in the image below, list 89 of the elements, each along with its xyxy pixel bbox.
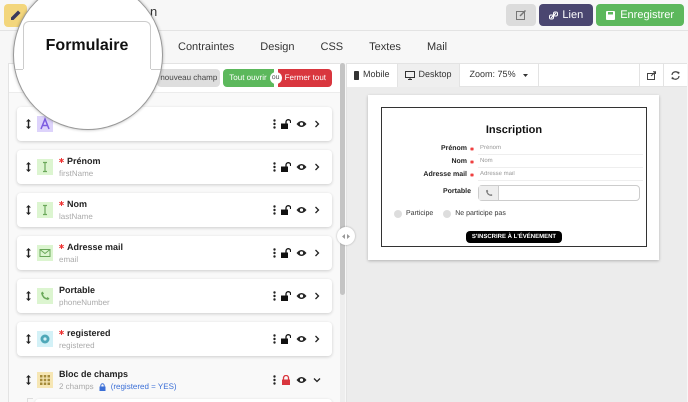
tab[interactable]: CSS	[318, 37, 346, 57]
more-icon[interactable]	[273, 205, 276, 215]
more-icon[interactable]	[273, 248, 276, 258]
edit-icon	[516, 10, 526, 20]
link-icon	[549, 10, 558, 20]
drag-handle-icon[interactable]	[26, 248, 31, 258]
pencil-icon	[10, 9, 22, 21]
field-name: phoneNumber	[59, 296, 110, 308]
drag-handle-icon[interactable]	[26, 162, 31, 172]
field-label: Adresse mail	[67, 240, 124, 252]
grid-icon	[37, 372, 53, 388]
field-name: firstName	[59, 168, 94, 180]
lock-icon	[98, 382, 106, 390]
eye-icon[interactable]	[296, 335, 307, 343]
eye-icon[interactable]	[296, 292, 307, 300]
phone-field[interactable]	[478, 184, 640, 200]
scrollbar-thumb[interactable]	[340, 63, 345, 295]
radio-icon	[37, 331, 53, 347]
eye-icon[interactable]	[296, 206, 307, 214]
unlocked-lock-icon[interactable]	[281, 162, 291, 172]
close-all-button[interactable]: Fermer tout	[278, 69, 332, 87]
chevron-right-icon[interactable]	[312, 334, 322, 344]
unlocked-lock-icon[interactable]	[281, 334, 291, 344]
tab[interactable]: Design	[258, 37, 297, 57]
arrows-icon	[342, 234, 350, 238]
new-field-button[interactable]: nouveau champ	[157, 69, 220, 87]
field-card[interactable]: registered registered	[17, 322, 332, 356]
field-card[interactable]: Adresse mail email	[17, 236, 332, 270]
view-mode-tab[interactable]: Mobile	[347, 64, 398, 86]
chevron-right-icon[interactable]	[312, 248, 322, 258]
field-label: Bloc de champs	[59, 368, 128, 380]
page-title: n	[150, 3, 158, 21]
field-card[interactable]: Portable phoneNumber	[17, 279, 332, 313]
eye-icon[interactable]	[296, 376, 307, 384]
refresh-icon	[671, 70, 680, 80]
text-cursor-icon	[37, 159, 53, 175]
field-name: registered	[59, 340, 96, 352]
text-cursor-icon	[37, 202, 53, 218]
more-icon[interactable]	[273, 334, 276, 344]
chevron-down-icon[interactable]	[312, 375, 322, 385]
field-count: 2 champs	[59, 380, 94, 392]
form-title: Inscription	[486, 123, 542, 138]
caret-down-icon	[522, 74, 528, 76]
letter-a-icon	[37, 116, 53, 132]
field-name: lastName	[59, 210, 93, 222]
field-label: registered	[67, 326, 111, 338]
more-icon[interactable]	[273, 162, 276, 172]
drag-handle-icon[interactable]	[26, 291, 31, 301]
tab[interactable]: Contraintes	[176, 37, 236, 57]
unlocked-lock-icon[interactable]	[281, 248, 291, 258]
field-label: Portable	[59, 284, 96, 296]
field-group-row[interactable]: Bloc de champs 2 champs (registered = YES)	[17, 365, 332, 395]
mobile-icon	[354, 70, 359, 80]
unlocked-lock-icon[interactable]	[281, 205, 291, 215]
chevron-right-icon[interactable]	[312, 162, 322, 172]
field-name: email	[59, 254, 80, 266]
chevron-right-icon[interactable]	[312, 205, 322, 215]
unlocked-lock-icon[interactable]	[281, 291, 291, 301]
condition-label: (registered = YES)	[110, 380, 177, 392]
drag-handle-icon[interactable]	[26, 375, 31, 385]
field-label: Prénom	[67, 154, 101, 166]
edit-button[interactable]	[4, 4, 27, 26]
lock-icon[interactable]	[281, 375, 291, 385]
share-icon	[647, 70, 656, 80]
monitor-icon	[404, 70, 415, 80]
tab[interactable]: Mail	[424, 37, 450, 57]
envelope-icon	[37, 245, 53, 261]
field-card[interactable]: Prénom firstName	[17, 150, 332, 184]
eye-icon[interactable]	[296, 163, 307, 171]
field-card[interactable]: Nom lastName	[17, 193, 332, 227]
drag-handle-icon[interactable]	[26, 119, 31, 129]
chevron-right-icon[interactable]	[312, 119, 322, 129]
field-label: Nom	[67, 198, 87, 210]
eye-icon[interactable]	[296, 249, 307, 257]
floppy-icon	[606, 10, 616, 20]
eye-icon[interactable]	[296, 120, 307, 128]
view-mode-tab[interactable]: Desktop	[398, 64, 460, 86]
phone-icon	[484, 188, 492, 196]
phone-icon	[37, 288, 53, 304]
unlocked-lock-icon[interactable]	[281, 119, 291, 129]
link-button[interactable]: Lien	[539, 4, 594, 26]
chevron-right-icon[interactable]	[312, 291, 322, 301]
tab[interactable]: Formulaire	[23, 21, 151, 69]
more-icon[interactable]	[273, 291, 276, 301]
drag-handle-icon[interactable]	[26, 205, 31, 215]
more-icon[interactable]	[273, 375, 276, 385]
more-icon[interactable]	[273, 119, 276, 129]
drag-handle-icon[interactable]	[26, 334, 31, 344]
tab[interactable]: Textes	[367, 37, 403, 57]
